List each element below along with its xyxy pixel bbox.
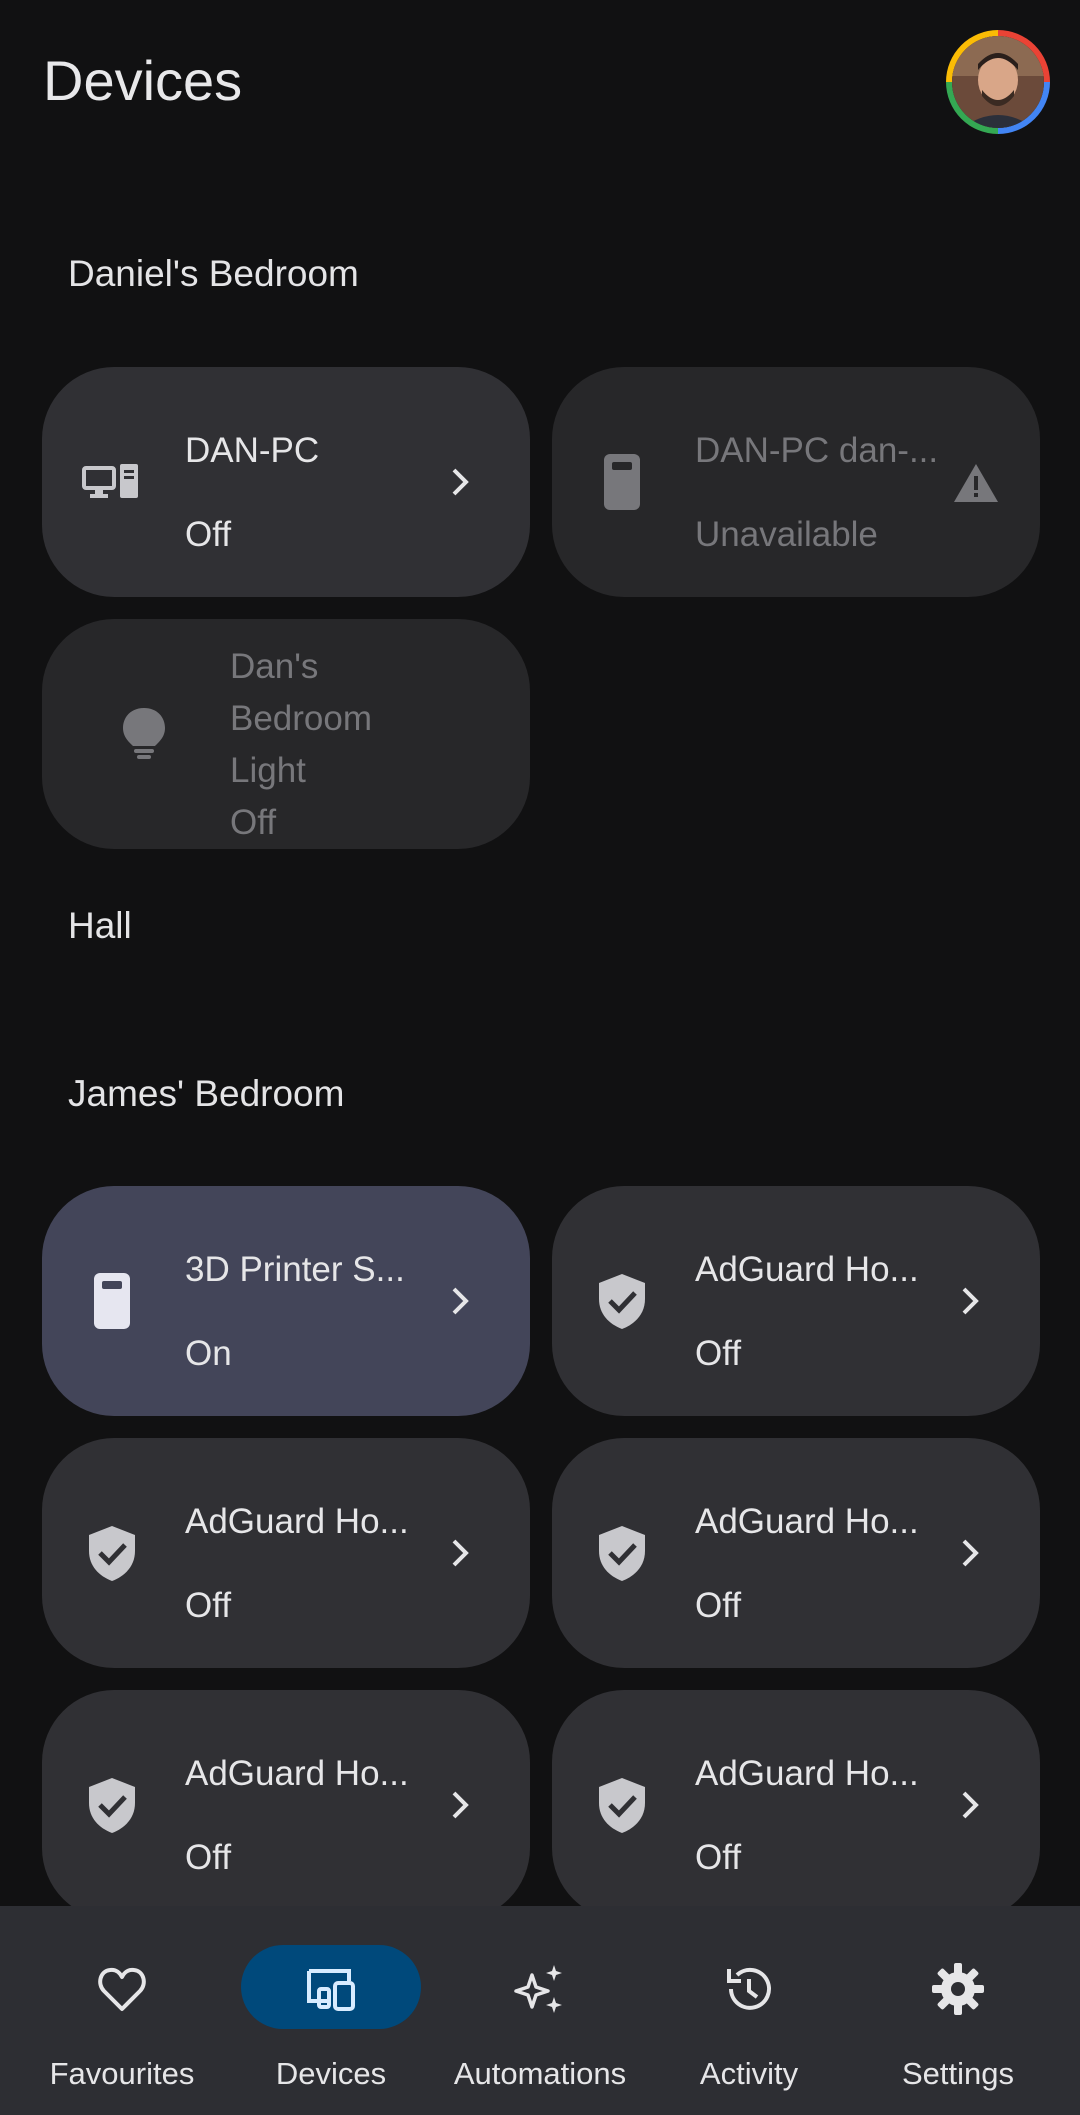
devices-icon [303, 1961, 359, 2017]
device-tile-dan-pc[interactable]: DAN-PC Off [42, 367, 530, 597]
device-tile-adguard-4[interactable]: AdGuard Ho... Off [42, 1690, 530, 1920]
device-state: Off [230, 803, 277, 842]
chevron-right-icon [950, 1533, 990, 1573]
device-name: DAN-PC dan-... [695, 431, 939, 470]
device-name: AdGuard Ho... [185, 1754, 409, 1793]
device-tile-adguard-5[interactable]: AdGuard Ho... Off [552, 1690, 1040, 1920]
device-name: AdGuard Ho... [695, 1502, 919, 1541]
device-state: Off [185, 1586, 232, 1625]
device-name: AdGuard Ho... [185, 1502, 409, 1541]
device-name: DAN-PC [185, 431, 320, 470]
shield-check-icon [82, 1775, 142, 1835]
top-app-bar: Devices [0, 0, 1080, 170]
device-tile-dan-pc-dan[interactable]: DAN-PC dan-... Unavailable [552, 367, 1040, 597]
nav-label: Activity [699, 2056, 799, 2091]
device-name: 3D Printer S... [185, 1250, 405, 1289]
nav-item-settings[interactable]: Settings [850, 1906, 1066, 2115]
room-title-hall: Hall [68, 905, 132, 946]
pc-icon [82, 452, 142, 512]
history-icon [721, 1961, 777, 2017]
shield-check-icon [592, 1523, 652, 1583]
nav-label: Automations [453, 2056, 627, 2091]
device-tile-adguard-1[interactable]: AdGuard Ho... Off [552, 1186, 1040, 1416]
nav-item-activity[interactable]: Activity [641, 1906, 857, 2115]
nav-label: Devices [275, 2056, 387, 2091]
gear-icon [930, 1961, 986, 2017]
shield-check-icon [592, 1775, 652, 1835]
nav-label: Settings [901, 2056, 1014, 2091]
device-state: Off [695, 1334, 742, 1373]
chevron-right-icon [950, 1785, 990, 1825]
chevron-right-icon [440, 1533, 480, 1573]
device-state: Off [185, 515, 232, 554]
user-avatar-icon [952, 36, 1044, 128]
bottom-navigation: Favourites Devices Automations Activity … [0, 1906, 1080, 2115]
device-name: AdGuard Ho... [695, 1754, 919, 1793]
chevron-right-icon [440, 1785, 480, 1825]
shield-check-icon [82, 1523, 142, 1583]
page-title: Devices [43, 49, 243, 112]
warning-icon [952, 462, 1000, 504]
chevron-right-icon [440, 462, 480, 502]
lightbulb-icon [114, 704, 174, 764]
room-title-daniels-bedroom: Daniel's Bedroom [68, 253, 359, 294]
sparkle-icon [512, 1961, 568, 2017]
nav-label: Favourites [49, 2056, 195, 2091]
room-title-james-bedroom: James' Bedroom [68, 1073, 345, 1114]
nav-item-favourites[interactable]: Favourites [14, 1906, 230, 2115]
device-name: AdGuard Ho... [695, 1250, 919, 1289]
device-name: Dan's Bedroom Light Off [230, 647, 373, 842]
device-tile-3d-printer[interactable]: 3D Printer S... On [42, 1186, 530, 1416]
nav-item-automations[interactable]: Automations [432, 1906, 648, 2115]
device-tile-dans-bedroom-light[interactable]: Dan's Bedroom Light Off [42, 619, 530, 849]
device-state: On [185, 1334, 232, 1373]
device-state: Off [695, 1586, 742, 1625]
heart-icon [94, 1961, 150, 2017]
chevron-right-icon [950, 1281, 990, 1321]
device-state: Off [185, 1838, 232, 1877]
account-avatar[interactable] [946, 30, 1050, 134]
chevron-right-icon [440, 1281, 480, 1321]
nav-item-devices[interactable]: Devices [223, 1906, 439, 2115]
device-state: Off [695, 1838, 742, 1877]
device-tile-adguard-3[interactable]: AdGuard Ho... Off [552, 1438, 1040, 1668]
plug-icon [82, 1271, 142, 1331]
device-tile-adguard-2[interactable]: AdGuard Ho... Off [42, 1438, 530, 1668]
device-state: Unavailable [695, 515, 878, 554]
phone-icon [592, 452, 652, 512]
shield-check-icon [592, 1271, 652, 1331]
